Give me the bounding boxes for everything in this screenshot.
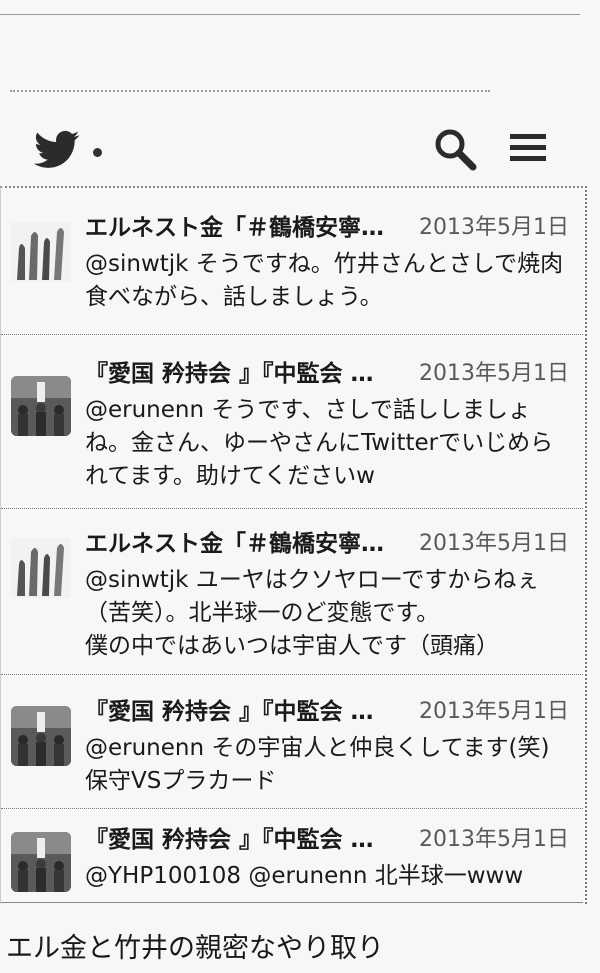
tweet-header: 『愛国 矜持会 』『中監会 … 2013年5月1日	[85, 692, 581, 732]
status-dot	[93, 148, 102, 157]
caption: エル金と竹井の親密なやり取り	[6, 933, 384, 964]
tweet-header: エルネスト金「＃鶴橋安寧… 2013年5月1日	[85, 524, 581, 564]
group-photo-avatar[interactable]	[11, 706, 71, 766]
tweet-date: 2013年5月1日	[419, 531, 569, 556]
tweet-header: 『愛国 矜持会 』『中監会 … 2013年5月1日	[85, 820, 581, 860]
tweet[interactable]: 『愛国 矜持会 』『中監会 … 2013年5月1日 @YHP100108 @er…	[1, 820, 583, 903]
tweet-date: 2013年5月1日	[419, 699, 569, 724]
timeline: エルネスト金「＃鶴橋安寧… 2013年5月1日 @sinwtjk そうですね。竹…	[0, 186, 587, 904]
tweet[interactable]: 『愛国 矜持会 』『中監会 … 2013年5月1日 @erunenn その宇宙人…	[1, 692, 583, 809]
tweet-author[interactable]: 『愛国 矜持会 』『中監会 …	[85, 354, 405, 394]
tweet-text: @erunenn そうです、さしで話ししましょね。金さん、ゆーやさんにTwitt…	[85, 397, 554, 489]
app-header	[0, 112, 600, 184]
tweet-text: @erunenn その宇宙人と仲良くしてます(笑) 保守VSプラカード	[85, 735, 550, 794]
tweet-date: 2013年5月1日	[419, 215, 569, 240]
tweet-author[interactable]: エルネスト金「＃鶴橋安寧…	[85, 524, 405, 564]
hamburger-menu-icon[interactable]	[508, 128, 548, 168]
top-rule	[0, 14, 580, 15]
tweet[interactable]: 『愛国 矜持会 』『中監会 … 2013年5月1日 @erunenn そうです、…	[1, 354, 583, 509]
tweet-header: 『愛国 矜持会 』『中監会 … 2013年5月1日	[85, 354, 581, 394]
tweet-text: @sinwtjk ユーヤはクソヤローですからねぇ（苦笑）。北半球一のど変態です。…	[85, 567, 540, 659]
tweet-date: 2013年5月1日	[419, 361, 569, 386]
tweet[interactable]: エルネスト金「＃鶴橋安寧… 2013年5月1日 @sinwtjk ユーヤはクソヤ…	[1, 524, 583, 675]
search-icon[interactable]	[432, 126, 478, 172]
tweet-author[interactable]: 『愛国 矜持会 』『中監会 …	[85, 820, 405, 860]
twitter-bird-icon[interactable]	[34, 130, 80, 170]
tweet-author[interactable]: 『愛国 矜持会 』『中監会 …	[85, 692, 405, 732]
tweet-text: @sinwtjk そうですね。竹井さんとさしで焼肉食べながら、話しましょう。	[85, 251, 564, 310]
tweet[interactable]: エルネスト金「＃鶴橋安寧… 2013年5月1日 @sinwtjk そうですね。竹…	[1, 208, 583, 335]
dotted-rule	[10, 90, 490, 92]
hands-avatar[interactable]	[11, 538, 71, 598]
tweet-date: 2013年5月1日	[419, 827, 569, 852]
hands-avatar[interactable]	[11, 222, 71, 282]
tweet-header: エルネスト金「＃鶴橋安寧… 2013年5月1日	[85, 208, 581, 248]
tweet-text: @YHP100108 @erunenn 北半球一www	[85, 863, 524, 889]
group-photo-avatar[interactable]	[11, 832, 71, 892]
tweet-author[interactable]: エルネスト金「＃鶴橋安寧…	[85, 208, 405, 248]
group-photo-avatar[interactable]	[11, 376, 71, 436]
